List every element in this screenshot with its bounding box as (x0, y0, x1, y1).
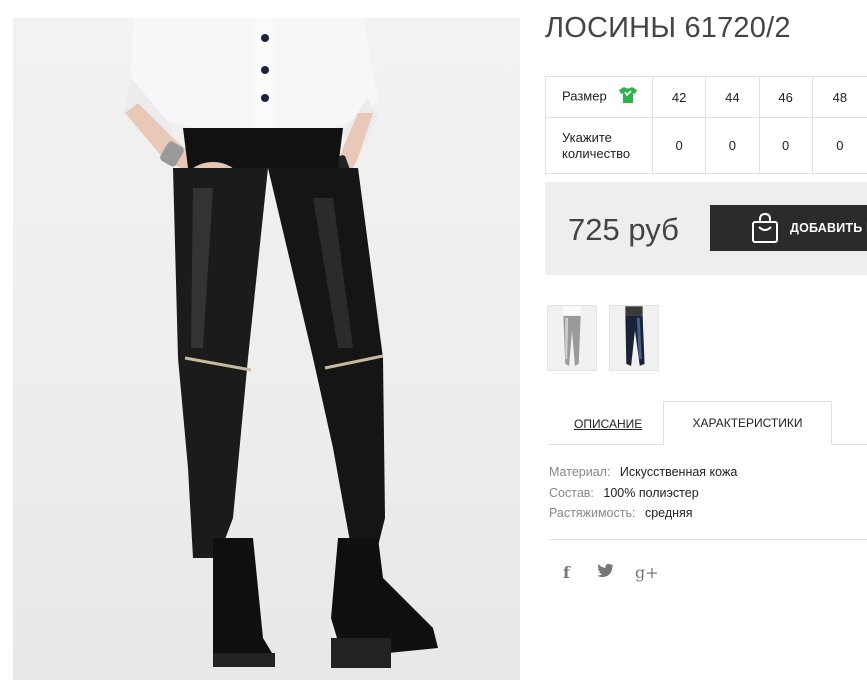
quantity-input-48[interactable]: 0 (811, 117, 867, 174)
quantity-label-line2: количество (562, 145, 631, 161)
size-label: Размер (562, 88, 607, 104)
size-42[interactable]: 42 (651, 76, 707, 118)
divider (549, 539, 867, 540)
quantity-input-46[interactable]: 0 (758, 117, 813, 174)
characteristics-list: Материал: Искусственная кожа Состав: 100… (549, 462, 737, 524)
spec-value: Искусственная кожа (619, 465, 738, 479)
size-48[interactable]: 48 (811, 76, 867, 118)
spec-value: средняя (644, 506, 693, 520)
facebook-icon[interactable]: f (563, 563, 570, 583)
twitter-icon[interactable] (597, 563, 614, 583)
spec-key: Материал: (549, 465, 611, 479)
tshirt-icon[interactable] (618, 86, 638, 108)
price-panel: 725 руб ДОБАВИТЬ В (545, 182, 867, 275)
product-title: ЛОСИНЫ 61720/2 (545, 12, 791, 44)
spec-row-composition: Состав: 100% полиэстер (549, 483, 737, 504)
spec-key: Состав: (549, 485, 594, 500)
product-main-image[interactable] (13, 18, 520, 680)
thumbnail-silver[interactable] (547, 305, 597, 371)
spec-row-stretch: Растяжимость: средняя (549, 503, 737, 524)
size-label-cell: Размер (545, 76, 653, 118)
thumbnail-navy-image (610, 306, 658, 370)
shopping-bag-icon (751, 212, 779, 246)
quantity-input-44[interactable]: 0 (705, 117, 760, 174)
spec-key: Растяжимость: (549, 506, 636, 520)
tab-description[interactable]: ОПИСАНИЕ (574, 417, 642, 431)
spec-value: 100% полиэстер (603, 485, 699, 500)
thumbnail-silver-image (548, 306, 596, 370)
size-quantity-table: Размер 42 44 46 48 Укажите количество 0 … (545, 76, 867, 174)
size-46[interactable]: 46 (758, 76, 813, 118)
product-page: ЛОСИНЫ 61720/2 Размер 42 44 46 48 Укажит… (0, 0, 867, 680)
product-tabs: ОПИСАНИЕ ХАРАКТЕРИСТИКИ (548, 401, 867, 445)
size-row: Размер 42 44 46 48 (545, 76, 867, 118)
leggings-photo (123, 18, 438, 668)
add-to-cart-label: ДОБАВИТЬ В (790, 221, 867, 235)
price: 725 руб (568, 212, 679, 247)
quantity-label-line1: Укажите (562, 129, 612, 145)
quantity-input-42[interactable]: 0 (651, 117, 707, 174)
spec-row-material: Материал: Искусственная кожа (549, 462, 737, 483)
size-44[interactable]: 44 (705, 76, 760, 118)
tab-characteristics[interactable]: ХАРАКТЕРИСТИКИ (663, 401, 832, 445)
google-plus-icon[interactable]: g+ (635, 563, 659, 583)
thumbnail-navy[interactable] (609, 305, 659, 371)
quantity-row: Укажите количество 0 0 0 0 (545, 117, 867, 174)
quantity-label-cell: Укажите количество (545, 117, 653, 174)
add-to-cart-button[interactable]: ДОБАВИТЬ В (710, 205, 867, 251)
